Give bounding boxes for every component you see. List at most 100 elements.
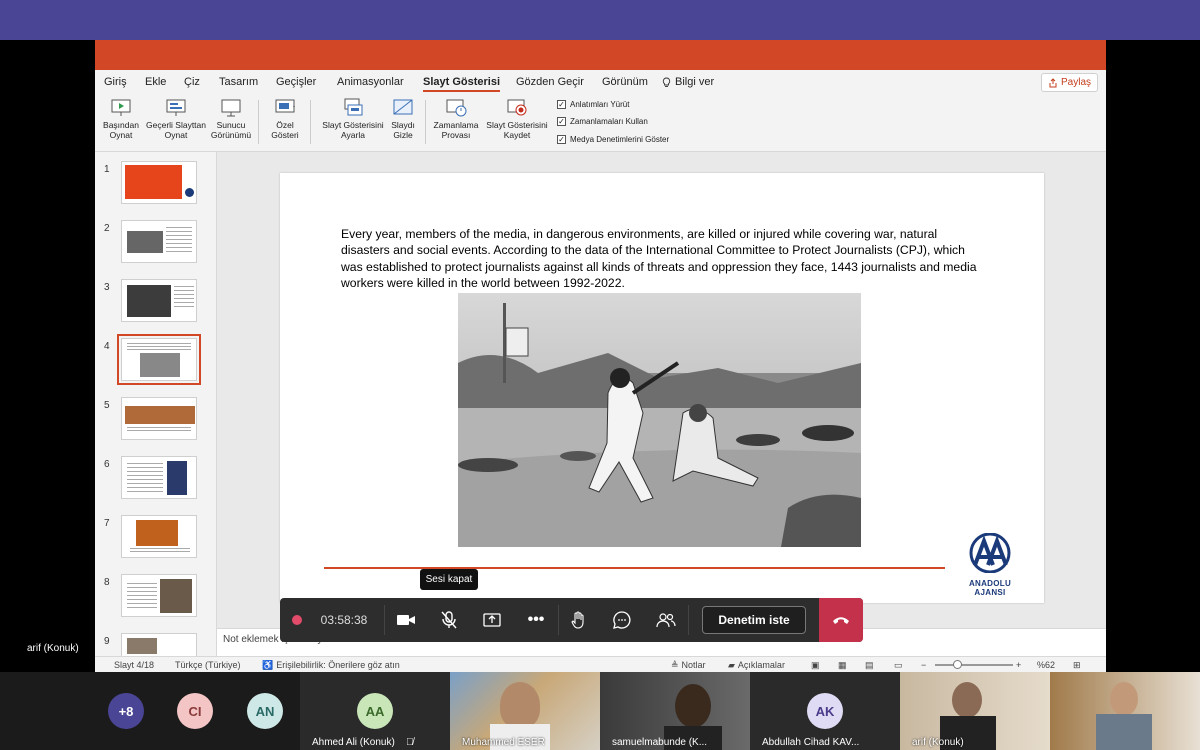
bar-separator <box>558 605 559 635</box>
anadolu-agency-logo-icon <box>969 532 1011 574</box>
ribbon-separator <box>258 100 259 144</box>
slide-thumbnail-3[interactable] <box>121 279 197 322</box>
participant-tile-muhammed-eser[interactable]: Muhammed ESER <box>450 672 600 750</box>
zoom-level[interactable]: %62 <box>1037 660 1055 670</box>
zoom-slider-thumb[interactable] <box>953 660 962 669</box>
from-beginning-button[interactable]: Başından Oynat <box>103 98 139 140</box>
slide-thumbnail-2[interactable] <box>121 220 197 263</box>
thumbnail-number: 7 <box>104 518 110 529</box>
hang-up-icon <box>833 617 849 624</box>
current-slide[interactable]: Every year, members of the media, in dan… <box>280 173 1044 603</box>
slide-thumbnail-7[interactable] <box>121 515 197 558</box>
more-options-icon[interactable]: ••• <box>522 598 550 642</box>
accessibility-indicator[interactable]: ♿ Erişilebilirlik: Önerilere göz atın <box>262 660 400 671</box>
share-screen-icon <box>483 613 501 627</box>
slide-thumbnail-pane: 1 2 3 4 5 6 7 8 9 <box>95 152 217 656</box>
slideshow-view-icon[interactable]: ▭ <box>894 660 903 671</box>
custom-show-button[interactable]: Özel Gösteri <box>265 98 305 140</box>
journalists-under-fire-photo <box>458 293 861 547</box>
chat-icon <box>613 611 631 629</box>
participant-tile-ahmed-ali[interactable]: AA Ahmed Ali (Konuk) 🎙̸ <box>300 672 450 750</box>
camera-button[interactable] <box>392 598 420 642</box>
slide-thumbnail-6[interactable] <box>121 456 197 499</box>
language-indicator[interactable]: Türkçe (Türkiye) <box>175 660 241 670</box>
play-from-current-icon <box>166 99 186 116</box>
participant-avatar-ci[interactable]: CI <box>177 693 213 729</box>
participant-tile-self-video[interactable] <box>1050 672 1200 750</box>
play-narrations-checkbox[interactable]: ✓ Anlatımları Yürüt <box>557 100 629 109</box>
participant-avatar-an[interactable]: AN <box>247 693 283 729</box>
tab-ekle[interactable]: Ekle <box>145 76 166 88</box>
rehearse-timings-button[interactable]: Zamanlama Provası <box>429 98 483 140</box>
request-control-button[interactable]: Denetim iste <box>702 606 806 634</box>
show-media-controls-checkbox[interactable]: ✓ Medya Denetimlerini Göster <box>557 135 669 144</box>
slide-thumbnail-8[interactable] <box>121 574 197 617</box>
thumbnail-number: 8 <box>104 577 110 588</box>
rehearse-timings-icon <box>446 99 467 117</box>
presenter-view-label: Sunucu Görünümü <box>210 120 252 140</box>
hang-up-button[interactable] <box>819 598 863 642</box>
notes-toggle[interactable]: ≜ Notlar <box>671 660 706 671</box>
lightbulb-icon <box>662 77 671 87</box>
participant-tile-samuelmabunde[interactable]: samuelmabunde (K... <box>600 672 750 750</box>
record-show-button[interactable]: Slayt Gösterisini Kaydet <box>483 98 551 140</box>
slide-thumbnail-5[interactable] <box>121 397 197 440</box>
from-current-button[interactable]: Geçerli Slayttan Oynat <box>145 98 207 140</box>
show-media-controls-label: Medya Denetimlerini Göster <box>570 135 670 144</box>
thumbnail-number: 6 <box>104 459 110 470</box>
tab-gorunum[interactable]: Görünüm <box>602 76 648 88</box>
participant-name: Abdullah Cihad KAV... <box>762 737 860 748</box>
tab-animasyonlar[interactable]: Animasyonlar <box>337 76 404 88</box>
participants-icon <box>656 613 676 628</box>
presenter-view-button[interactable]: Sunucu Görünümü <box>209 98 253 140</box>
setup-show-button[interactable]: Slayt Gösterisini Ayarla <box>317 98 389 140</box>
hide-slide-button[interactable]: Slaydı Gizle <box>387 98 419 140</box>
tab-tasarim[interactable]: Tasarım <box>219 76 258 88</box>
thumbnail-number: 2 <box>104 223 110 234</box>
mute-button[interactable] <box>435 598 463 642</box>
title-bar <box>95 40 1106 70</box>
slide-thumbnail-4[interactable] <box>117 334 201 385</box>
chat-button[interactable] <box>608 598 636 642</box>
participant-avatar-aa: AA <box>357 693 393 729</box>
tab-gecisler[interactable]: Geçişler <box>276 76 316 88</box>
comments-label: Açıklamalar <box>737 660 785 670</box>
fit-to-window-icon[interactable]: ⊞ <box>1073 660 1081 671</box>
participants-button[interactable] <box>652 598 680 642</box>
notes-icon: ≜ <box>671 660 679 670</box>
call-timer: 03:58:38 <box>320 613 368 627</box>
share-screen-button[interactable] <box>478 598 506 642</box>
checkmark-icon: ✓ <box>557 135 566 144</box>
thumbnail-number: 3 <box>104 282 110 293</box>
share-icon <box>1049 77 1057 87</box>
local-user-label: arif (Konuk) <box>27 643 79 654</box>
tab-ciz[interactable]: Çiz <box>184 76 200 88</box>
slide-thumbnail-1[interactable] <box>121 161 197 204</box>
tab-giris[interactable]: Giriş <box>104 76 127 88</box>
slide-sorter-icon[interactable]: ▦ <box>838 660 847 671</box>
reading-view-icon[interactable]: ▤ <box>865 660 874 671</box>
zoom-slider[interactable] <box>935 664 1013 666</box>
meeting-top-bar <box>0 0 1200 40</box>
presenter-view-icon <box>221 99 241 117</box>
slide-thumbnail-9[interactable] <box>121 633 197 656</box>
from-current-label: Geçerli Slayttan Oynat <box>146 120 206 140</box>
zoom-out-icon[interactable]: − <box>921 660 926 670</box>
comments-toggle[interactable]: ▰ Açıklamalar <box>728 660 785 671</box>
overflow-participants-avatar[interactable]: +8 <box>108 693 144 729</box>
normal-view-icon[interactable]: ▣ <box>811 660 820 671</box>
participant-tile-arif[interactable]: arif (Konuk) <box>900 672 1050 750</box>
share-button[interactable]: Paylaş <box>1040 73 1098 92</box>
tab-gozden-gecir[interactable]: Gözden Geçir <box>516 76 584 88</box>
thumbnail-number: 4 <box>104 341 110 352</box>
participant-tile-abdullah[interactable]: AK Abdullah Cihad KAV... <box>750 672 900 750</box>
use-timings-checkbox[interactable]: ✓ Zamanlamaları Kullan <box>557 117 648 126</box>
mute-tooltip: Sesi kapat <box>420 569 478 590</box>
zoom-in-icon[interactable]: + <box>1016 660 1021 670</box>
status-bar: Slayt 4/18 Türkçe (Türkiye) ♿ Erişilebili… <box>95 656 1106 672</box>
play-narrations-label: Anlatımları Yürüt <box>570 100 630 109</box>
tab-bilgi-ver[interactable]: Bilgi ver <box>662 76 714 88</box>
tab-slayt-gosterisi[interactable]: Slayt Gösterisi <box>423 76 501 92</box>
raise-hand-button[interactable] <box>565 598 593 642</box>
slide-photo <box>458 293 861 547</box>
